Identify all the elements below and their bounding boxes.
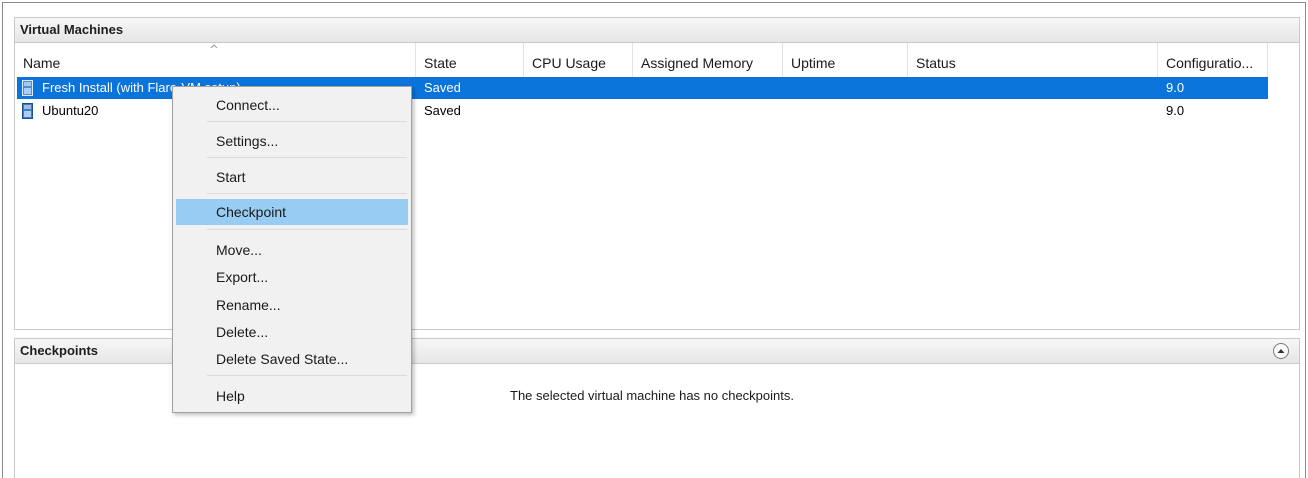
menu-separator [207,229,407,230]
checkpoints-panel-title: Checkpoints [20,343,99,358]
chevron-up-icon [1277,349,1285,353]
menu-item-delete-saved-state[interactable]: Delete Saved State... [176,346,408,372]
vm-configuration-version: 9.0 [1166,80,1185,95]
no-checkpoints-message: The selected virtual machine has no chec… [510,388,794,403]
menu-separator [207,121,407,122]
menu-item-settings[interactable]: Settings... [176,128,408,154]
menu-separator [207,193,407,194]
column-header-name[interactable]: Name [15,43,416,77]
menu-item-rename[interactable]: Rename... [176,292,408,318]
sort-ascending-icon [210,44,218,49]
column-header-status[interactable]: Status [908,43,1158,77]
vm-panel-header: Virtual Machines [14,17,1300,43]
column-header-assigned-memory[interactable]: Assigned Memory [633,43,783,77]
menu-item-move[interactable]: Move... [176,237,408,263]
vm-name: Ubuntu20 [42,103,99,118]
menu-separator [207,157,407,158]
column-headers: Name State CPU Usage Assigned Memory Upt… [15,43,1269,77]
column-header-state[interactable]: State [416,43,524,77]
menu-item-start[interactable]: Start [176,164,408,190]
context-menu: Connect... Settings... Start Checkpoint … [172,86,412,413]
virtual-machine-icon [22,103,33,119]
column-header-uptime[interactable]: Uptime [783,43,908,77]
menu-item-checkpoint[interactable]: Checkpoint [176,199,408,225]
virtual-machine-icon [22,80,33,96]
menu-item-connect[interactable]: Connect... [176,92,408,118]
column-header-configuration[interactable]: Configuratio... [1158,43,1268,77]
menu-item-export[interactable]: Export... [176,264,408,290]
menu-separator [207,375,407,376]
vm-state: Saved [424,103,461,118]
menu-item-delete[interactable]: Delete... [176,319,408,345]
vm-configuration-version: 9.0 [1166,103,1185,118]
collapse-button[interactable] [1273,343,1289,359]
vm-panel-title: Virtual Machines [20,22,124,37]
menu-item-help[interactable]: Help [176,383,408,409]
column-header-cpu-usage[interactable]: CPU Usage [524,43,633,77]
vm-state: Saved [424,80,461,95]
